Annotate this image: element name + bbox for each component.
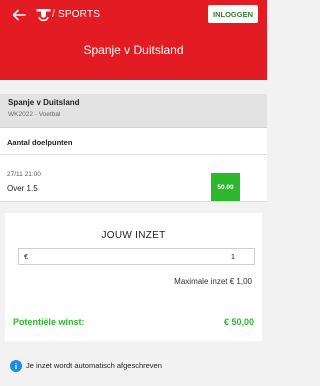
page-title: Spanje v Duitsland <box>83 43 184 57</box>
stake-title: JOUW INZET <box>101 230 166 241</box>
back-arrow-icon[interactable] <box>10 6 28 24</box>
brand-logo-icon <box>36 9 51 22</box>
info-icon: i <box>10 360 22 372</box>
info-bar: i Je inzet wordt automatisch afgeschreve… <box>0 348 267 386</box>
max-stake-text: Maximale inzet € 1,00 <box>174 277 252 286</box>
market-divider <box>0 154 267 155</box>
app-header: / SPORTS INLOGGEN Spanje v Duitsland <box>0 0 267 80</box>
brand-label: / SPORTS <box>52 9 101 20</box>
selection-datetime: 27/11 21:00 <box>7 171 41 178</box>
stake-value[interactable]: 1 <box>231 252 235 261</box>
event-header: Spanje v Duitsland WK2022 - Voetbal <box>0 94 267 128</box>
stake-input[interactable]: € 1 <box>18 248 255 265</box>
event-subtitle: WK2022 - Voetbal <box>8 111 61 118</box>
potential-win-value: € 50,00 <box>223 317 254 327</box>
market-title: Aantal doelpunten <box>7 138 73 147</box>
event-title: Spanje v Duitsland <box>8 98 80 107</box>
market-card: Aantal doelpunten 27/11 21:00 Over 1.5 5… <box>0 128 267 202</box>
stake-panel: JOUW INZET € 1 Maximale inzet € 1,00 Pot… <box>5 213 262 341</box>
info-text: Je inzet wordt automatisch afgeschreven <box>26 361 162 370</box>
currency-symbol: € <box>24 252 29 261</box>
login-button[interactable]: INLOGGEN <box>208 5 258 23</box>
odds-button[interactable]: 50.00 <box>211 173 240 201</box>
selection-name: Over 1.5 <box>7 184 38 193</box>
potential-win-label: Potentiële winst: <box>13 317 85 327</box>
